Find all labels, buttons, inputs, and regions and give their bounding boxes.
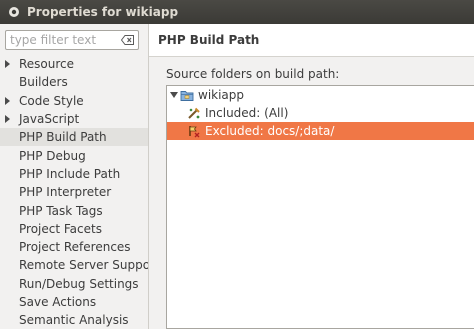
sidebar-item-label: Save Actions	[19, 295, 97, 309]
sidebar-item-javascript[interactable]: JavaScript	[0, 110, 148, 128]
sidebar-item-label: JavaScript	[19, 112, 80, 127]
sidebar-item-remote-server-suppor[interactable]: Remote Server Suppor	[0, 256, 148, 274]
filter-field[interactable]	[5, 30, 139, 50]
content-panel: PHP Build Path Source folders on build p…	[149, 24, 474, 329]
sidebar-item-label: Resource	[19, 57, 75, 72]
sidebar-item-semantic-analysis[interactable]: Semantic Analysis	[0, 311, 148, 329]
sidebar-item-resource[interactable]: Resource	[0, 55, 148, 73]
sidebar-item-label: PHP Build Path	[19, 130, 107, 145]
included-filter-icon	[187, 106, 201, 120]
preferences-sidebar: Resource Builders Code Style JavaScript PHP …	[0, 24, 148, 329]
sidebar-item-label: Builders	[19, 75, 68, 90]
window-menu-icon[interactable]	[7, 5, 21, 19]
tree-row-excluded-label: Excluded: docs/;data/	[205, 124, 335, 138]
sidebar-item-run-debug-settings[interactable]: Run/Debug Settings	[0, 275, 148, 293]
tree-row-excluded[interactable]: Excluded: docs/;data/	[167, 122, 474, 140]
sidebar-item-label: PHP Task Tags	[19, 203, 103, 218]
window-title: Properties for wikiapp	[27, 5, 179, 19]
tree-root-row[interactable]: wikiapp	[167, 86, 474, 104]
clear-filter-icon[interactable]	[121, 35, 134, 45]
window-titlebar[interactable]: Properties for wikiapp	[0, 0, 474, 24]
package-folder-icon	[180, 88, 194, 102]
sidebar-item-project-references[interactable]: Project References	[0, 238, 148, 256]
tree-row-included-label: Included: (All)	[205, 106, 289, 120]
sidebar-item-php-interpreter[interactable]: PHP Interpreter	[0, 183, 148, 201]
sidebar-item-label: Code Style	[19, 93, 84, 108]
sidebar-item-label: PHP Include Path	[19, 166, 121, 181]
sidebar-item-label: PHP Interpreter	[19, 185, 112, 200]
collapse-arrow-icon[interactable]	[170, 92, 178, 98]
section-label: Source folders on build path:	[166, 67, 340, 81]
sidebar-item-label: Project Facets	[19, 221, 102, 236]
sidebar-item-php-build-path[interactable]: PHP Build Path	[0, 128, 148, 147]
sidebar-item-save-actions[interactable]: Save Actions	[0, 293, 148, 311]
sidebar-item-label: PHP Debug	[19, 148, 86, 163]
sidebar-item-label: Project References	[19, 240, 131, 255]
sidebar-item-label: Remote Server Suppor	[19, 258, 148, 273]
excluded-filter-icon	[187, 124, 201, 138]
expand-arrow-icon[interactable]	[5, 96, 10, 105]
tree-row-included[interactable]: Included: (All)	[167, 104, 474, 122]
sidebar-item-label: Semantic Analysis	[19, 313, 129, 328]
expand-arrow-icon[interactable]	[5, 60, 10, 68]
sidebar-item-label: Run/Debug Settings	[19, 276, 139, 291]
sidebar-nav: Resource Builders Code Style JavaScript PHP …	[0, 55, 148, 329]
expand-arrow-icon[interactable]	[5, 114, 10, 123]
source-folders-tree[interactable]: wikiapp Included: (All) Excluded: docs/;…	[166, 85, 474, 329]
sidebar-item-php-debug[interactable]: PHP Debug	[0, 146, 148, 164]
sidebar-item-project-facets[interactable]: Project Facets	[0, 220, 148, 238]
sidebar-item-php-include-path[interactable]: PHP Include Path	[0, 165, 148, 183]
tree-root-label: wikiapp	[198, 88, 245, 102]
sidebar-item-php-task-tags[interactable]: PHP Task Tags	[0, 201, 148, 219]
page-title: PHP Build Path	[149, 24, 474, 57]
sidebar-item-code-style[interactable]: Code Style	[0, 92, 148, 110]
filter-input[interactable]	[10, 33, 116, 47]
sidebar-item-builders[interactable]: Builders	[0, 73, 148, 91]
